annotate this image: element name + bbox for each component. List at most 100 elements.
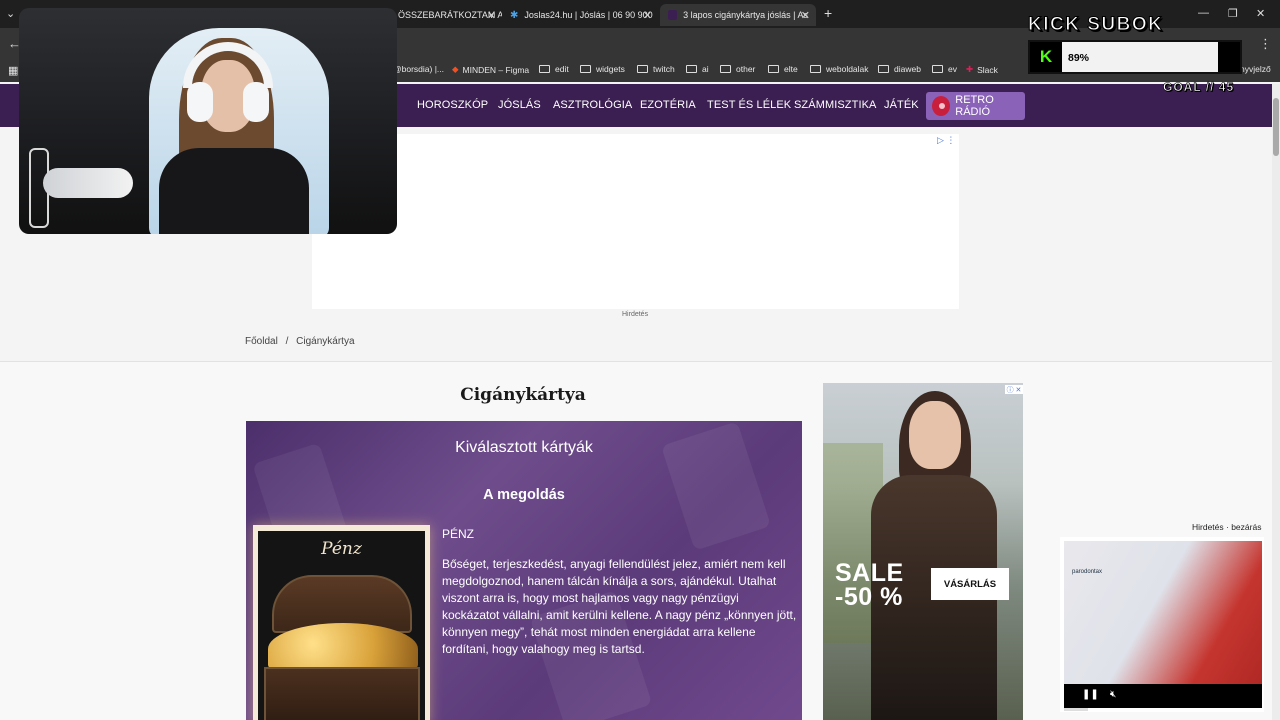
close-tab-icon[interactable]: ✕ (643, 9, 652, 22)
apps-grid-icon[interactable]: ▦ (8, 64, 18, 77)
retro-radio-button[interactable]: RETRO RÁDIÓ (926, 92, 1025, 120)
card-description: Bőséget, terjeszkedést, anyagi fellendül… (442, 557, 797, 656)
breadcrumb-current[interactable]: Cigánykártya (296, 336, 354, 347)
bookmark-folder[interactable]: edit (539, 64, 569, 74)
page-scrollbar[interactable] (1272, 84, 1280, 720)
sale-text: SALE -50 % (835, 559, 904, 611)
tarot-card[interactable]: Pénz (253, 525, 430, 720)
folder-icon (720, 65, 731, 73)
headphone-cup (187, 82, 213, 122)
tab-title: 3 lapos cigánykártya jóslás | As (683, 10, 808, 20)
bookmark-folder[interactable]: diaweb (878, 64, 921, 74)
bookmark-label: other (736, 64, 756, 74)
video-frame: parodontax (1064, 541, 1262, 684)
tab-title: Joslas24.hu | Jóslás | 06 90 900 (524, 10, 653, 20)
bookmark-item[interactable]: @borsdia) |... (393, 64, 444, 74)
folder-icon (878, 65, 889, 73)
minimize-icon[interactable]: — (1198, 7, 1209, 19)
bookmark-folder[interactable]: elte (768, 64, 798, 74)
buy-button[interactable]: VÁSÁRLÁS (931, 568, 1009, 600)
bookmark-folder[interactable]: ev (932, 64, 957, 74)
video-ad[interactable]: parodontax ❚❚ 🔇︎ (1060, 537, 1264, 712)
bookmark-folder[interactable]: widgets (580, 64, 625, 74)
bookmark-label: MINDEN – Figma (462, 64, 530, 75)
card-image-title: Pénz (321, 539, 362, 559)
figma-icon: ◆ (452, 64, 459, 74)
bookmark-folder[interactable]: weboldalak (810, 64, 869, 74)
nav-asztrologia[interactable]: ASZTROLÓGIA (553, 99, 632, 111)
bookmark-label: twitch (653, 64, 675, 74)
kick-bar-end (1218, 42, 1240, 72)
kebab-menu-icon[interactable]: ⋮ (1259, 36, 1272, 52)
nav-test-es-lelek[interactable]: TEST ÉS LÉLEK (707, 99, 791, 111)
nav-jatek[interactable]: JÁTÉK (884, 99, 919, 111)
top-ad-slot[interactable]: ▷ ⋮ (312, 134, 959, 309)
video-progress (1064, 708, 1088, 711)
folder-icon (637, 65, 648, 73)
breadcrumb: Főoldal / Cigánykártya (245, 336, 355, 347)
folder-icon (539, 65, 550, 73)
solution-heading: A megoldás (483, 487, 565, 503)
browser-tab[interactable]: ÖSSZEBARÁTKOZTAM A ✕ (390, 4, 502, 26)
bookmark-label: diaweb (894, 64, 921, 74)
bookmark-item[interactable]: ◆ MINDEN – Figma (452, 64, 529, 75)
close-tab-icon[interactable]: ✕ (487, 9, 496, 22)
kick-goal-bar: K 89% (1028, 40, 1242, 74)
browser-tab-active[interactable]: 3 lapos cigánykártya jóslás | As ✕ (660, 4, 816, 26)
ad-model-face (909, 401, 961, 469)
headphone-cup (243, 82, 269, 122)
snowflake-icon: ✱ (510, 9, 519, 21)
maximize-icon[interactable]: ❐ (1228, 7, 1238, 20)
slack-icon: ✚ (966, 64, 974, 74)
new-tab-button[interactable]: + (824, 5, 832, 21)
page-title: Cigánykártya (460, 385, 586, 405)
bookmark-item[interactable]: ✚ Slack (966, 64, 998, 75)
close-window-icon[interactable]: ✕ (1256, 7, 1265, 20)
folder-icon (686, 65, 697, 73)
site-favicon-icon (668, 10, 678, 20)
breadcrumb-separator: / (285, 336, 289, 347)
kick-goal-label: GOAL // 45 (1163, 80, 1235, 95)
card-image: Pénz (258, 531, 425, 720)
selected-cards-title: Kiválasztott kártyák (455, 439, 593, 456)
webcam-overlay (19, 8, 397, 234)
kick-logo-icon: K (1030, 42, 1062, 72)
microphone-icon (43, 168, 133, 198)
bookmark-label: ev (948, 64, 957, 74)
adchoices-icon[interactable]: ⓘ ✕ (1005, 385, 1023, 394)
bookmark-label: Slack (977, 64, 998, 75)
streamer-body (159, 148, 309, 234)
bookmark-folder[interactable]: other (720, 64, 755, 74)
bookmark-folder[interactable]: twitch (637, 64, 675, 74)
adchoices-icon[interactable]: ▷ ⋮ (937, 135, 955, 146)
treasure-chest-body (264, 667, 420, 720)
nav-ezoteria[interactable]: EZOTÉRIA (640, 99, 696, 111)
video-ad-label[interactable]: Hirdetés · bezárás (1192, 522, 1261, 532)
nav-szammisztika[interactable]: SZÁMMISZTIKA (794, 99, 876, 111)
nav-joslas[interactable]: JÓSLÁS (498, 99, 541, 111)
radio-logo-icon (932, 96, 951, 116)
bookmark-label: edit (555, 64, 569, 74)
browser-tab[interactable]: ✱ Joslas24.hu | Jóslás | 06 90 900 ✕ (502, 4, 658, 26)
kick-subs-title: KICK SUBOK (1027, 14, 1164, 36)
folder-icon (580, 65, 591, 73)
bookmark-folder[interactable]: ai (686, 64, 709, 74)
breadcrumb-home[interactable]: Főoldal (245, 336, 278, 347)
nav-horoszkop[interactable]: HOROSZKÓP (417, 99, 488, 111)
pause-icon[interactable]: ❚❚ (1082, 689, 1099, 700)
tab-search-icon[interactable]: ⌄ (6, 7, 15, 20)
bookmark-label: ai (702, 64, 709, 74)
close-tab-icon[interactable]: ✕ (801, 9, 810, 22)
mute-icon[interactable]: 🔇︎ (1110, 689, 1116, 700)
video-brand: parodontax (1072, 569, 1103, 575)
cards-panel: Kiválasztott kártyák A megoldás Pénz PÉN… (246, 421, 802, 720)
bookmark-label: weboldalak (826, 64, 869, 74)
bookmark-item[interactable]: nyvjelző (1240, 64, 1271, 74)
scrollbar-thumb[interactable] (1273, 98, 1279, 156)
retro-radio-label: RETRO RÁDIÓ (955, 94, 994, 118)
folder-icon (810, 65, 821, 73)
kick-goal-percent: 89% (1068, 52, 1090, 64)
folder-icon (932, 65, 943, 73)
card-heading: PÉNZ (442, 527, 475, 541)
side-ad-banner[interactable]: SALE -50 % VÁSÁRLÁS ⓘ ✕ (823, 383, 1023, 720)
